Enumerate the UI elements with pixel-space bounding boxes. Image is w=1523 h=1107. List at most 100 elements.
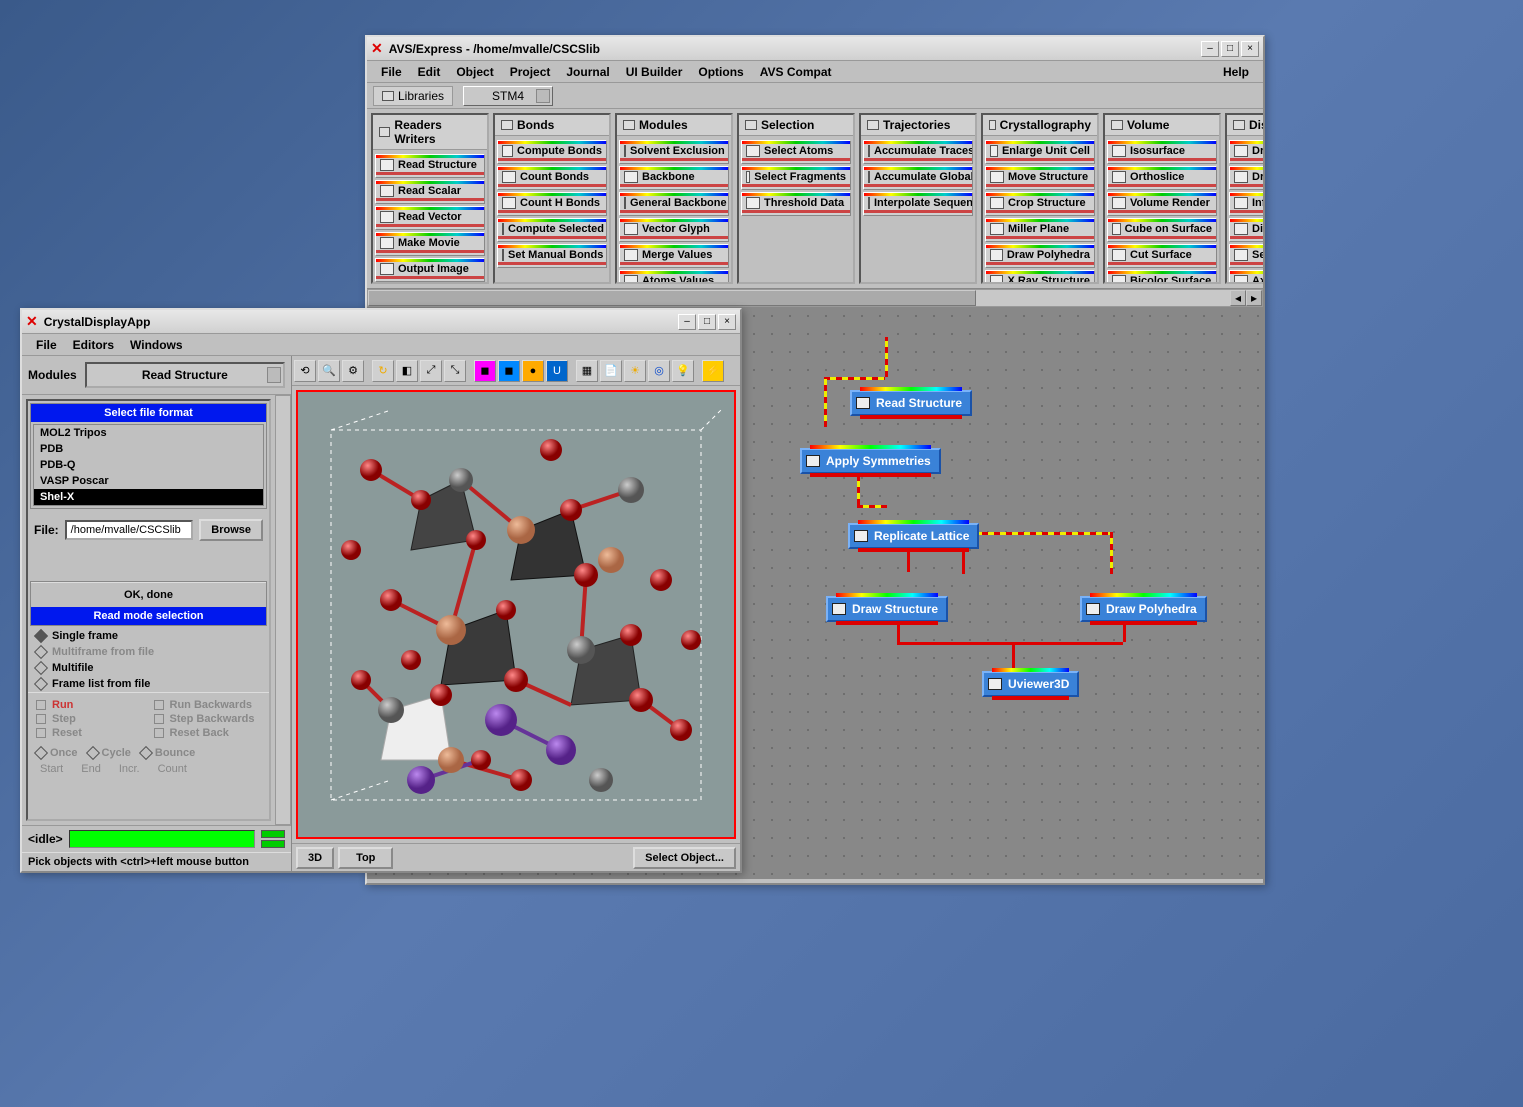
readmode-frame-list-from-file[interactable]: Frame list from file (28, 676, 269, 692)
module-orthoslice[interactable]: Orthoslice (1107, 166, 1217, 190)
module-compute-bonds[interactable]: Compute Bonds (497, 140, 607, 164)
select-object-button[interactable]: Select Object... (633, 847, 736, 869)
module-compute-selected[interactable]: Compute Selected (497, 218, 607, 242)
tool-refresh-icon[interactable]: ↻ (372, 360, 394, 382)
module-set-rendering[interactable]: Set Rendering (1229, 244, 1263, 268)
module-vector-glyph[interactable]: Vector Glyph (619, 218, 729, 242)
readmode-single-frame[interactable]: Single frame (28, 628, 269, 644)
menu-uibuilder[interactable]: UI Builder (618, 63, 691, 81)
avs-titlebar[interactable]: ✕ AVS/Express - /home/mvalle/CSCSlib – □… (367, 37, 1263, 61)
module-output-image[interactable]: Output Image (375, 258, 485, 282)
tool-color2-icon[interactable]: ◼ (498, 360, 520, 382)
view-top-button[interactable]: Top (338, 847, 393, 869)
minimize-button[interactable]: – (678, 314, 696, 330)
tool-bulb-icon[interactable]: 💡 (672, 360, 694, 382)
panel-vscroll[interactable] (275, 395, 291, 825)
menu-options[interactable]: Options (690, 63, 751, 81)
node-uviewer3d[interactable]: Uviewer3D (982, 671, 1079, 697)
scroll-right-icon[interactable]: ▸ (1246, 290, 1262, 306)
tool-normalize-icon[interactable]: ⤡ (444, 360, 466, 382)
tool-wand-icon[interactable]: ⚡ (702, 360, 724, 382)
module-axis-glyph[interactable]: Axis Glyph (1229, 270, 1263, 282)
library-select[interactable]: STM4 (463, 86, 553, 106)
play-reset[interactable]: Reset (36, 727, 144, 739)
ok-done-button[interactable]: OK, done (31, 582, 266, 607)
play-step-back[interactable]: Step Backwards (154, 713, 262, 725)
menu-journal[interactable]: Journal (558, 63, 617, 81)
module-read-vector[interactable]: Read Vector (375, 206, 485, 230)
view-3d-button[interactable]: 3D (296, 847, 334, 869)
module-count-bonds[interactable]: Count Bonds (497, 166, 607, 190)
menu-object[interactable]: Object (448, 63, 501, 81)
loop-cycle[interactable]: Cycle (102, 747, 131, 759)
module-bicolor-surface[interactable]: Bicolor Surface (1107, 270, 1217, 282)
menu-windows[interactable]: Windows (122, 336, 191, 354)
module-display[interactable]: Display (1229, 218, 1263, 242)
module-volume-render[interactable]: Volume Render (1107, 192, 1217, 216)
palette-hscroll[interactable]: ◂ ▸ (367, 289, 1263, 307)
module-isosurface[interactable]: Isosurface (1107, 140, 1217, 164)
node-draw-structure[interactable]: Draw Structure (826, 596, 948, 622)
crystal-titlebar[interactable]: ✕ CrystalDisplayApp – □ × (22, 310, 740, 334)
module-count-h-bonds[interactable]: Count H Bonds (497, 192, 607, 216)
format-pdb[interactable]: PDB (34, 441, 263, 457)
node-replicate-lattice[interactable]: Replicate Lattice (848, 523, 979, 549)
close-button[interactable]: × (1241, 41, 1259, 57)
tool-gear-icon[interactable]: ⚙ (342, 360, 364, 382)
module-select[interactable]: Read Structure (85, 362, 285, 388)
tool-color1-icon[interactable]: ◼ (474, 360, 496, 382)
close-button[interactable]: × (718, 314, 736, 330)
module-make-movie[interactable]: Make Movie (375, 232, 485, 256)
module-miller-plane[interactable]: Miller Plane (985, 218, 1095, 242)
3d-viewport[interactable] (296, 390, 736, 839)
maximize-button[interactable]: □ (698, 314, 716, 330)
maximize-button[interactable]: □ (1221, 41, 1239, 57)
dropdown-icon[interactable] (536, 89, 550, 103)
module-merge-values[interactable]: Merge Values (619, 244, 729, 268)
module-draw-scalar[interactable]: Draw Scalar (1229, 166, 1263, 190)
format-mol2-tripos[interactable]: MOL2 Tripos (34, 425, 263, 441)
menu-editors[interactable]: Editors (65, 336, 122, 354)
module-cut-surface[interactable]: Cut Surface (1107, 244, 1217, 268)
scroll-left-icon[interactable]: ◂ (1230, 290, 1246, 306)
module-x-ray-structure[interactable]: X Ray Structure (985, 270, 1095, 282)
play-run[interactable]: Run (36, 699, 144, 711)
module-move-structure[interactable]: Move Structure (985, 166, 1095, 190)
play-reset-back[interactable]: Reset Back (154, 727, 262, 739)
dropdown-icon[interactable] (267, 367, 281, 383)
tool-doc-icon[interactable]: 📄 (600, 360, 622, 382)
tool-color3-icon[interactable]: ● (522, 360, 544, 382)
module-solvent-exclusion[interactable]: Solvent Exclusion (619, 140, 729, 164)
module-read-scalar[interactable]: Read Scalar (375, 180, 485, 204)
format-pdb-q[interactable]: PDB-Q (34, 457, 263, 473)
toggle-2[interactable] (261, 840, 285, 848)
module-backbone[interactable]: Backbone (619, 166, 729, 190)
node-draw-polyhedra[interactable]: Draw Polyhedra (1080, 596, 1207, 622)
module-crop-structure[interactable]: Crop Structure (985, 192, 1095, 216)
tool-target-icon[interactable]: ◎ (648, 360, 670, 382)
menu-avscompat[interactable]: AVS Compat (752, 63, 840, 81)
module-accumulate-traces[interactable]: Accumulate Traces (863, 140, 973, 164)
node-apply-symmetries[interactable]: Apply Symmetries (800, 448, 941, 474)
module-read-structure[interactable]: Read Structure (375, 154, 485, 178)
file-input[interactable]: /home/mvalle/CSCSlib (65, 520, 194, 540)
module-cube-on-surface[interactable]: Cube on Surface (1107, 218, 1217, 242)
module-interpolate-sequence[interactable]: Interpolate Sequence (863, 192, 973, 216)
menu-file[interactable]: File (373, 63, 410, 81)
menu-project[interactable]: Project (502, 63, 559, 81)
module-enlarge-unit-cell[interactable]: Enlarge Unit Cell (985, 140, 1095, 164)
module-info-sequence[interactable]: Info Sequence (1229, 192, 1263, 216)
format-vasp-poscar[interactable]: VASP Poscar (34, 473, 263, 489)
tool-fit-icon[interactable]: ⤢ (420, 360, 442, 382)
node-read-structure[interactable]: Read Structure (850, 390, 972, 416)
module-set-manual-bonds[interactable]: Set Manual Bonds (497, 244, 607, 268)
toggle-1[interactable] (261, 830, 285, 838)
module-select-atoms[interactable]: Select Atoms (741, 140, 851, 164)
module-select-fragments[interactable]: Select Fragments (741, 166, 851, 190)
menu-help[interactable]: Help (1215, 63, 1257, 81)
module-accumulate-global[interactable]: Accumulate Global (863, 166, 973, 190)
tool-color4-icon[interactable]: U (546, 360, 568, 382)
menu-file[interactable]: File (28, 336, 65, 354)
readmode-multifile[interactable]: Multifile (28, 660, 269, 676)
tool-sun-icon[interactable]: ☀ (624, 360, 646, 382)
